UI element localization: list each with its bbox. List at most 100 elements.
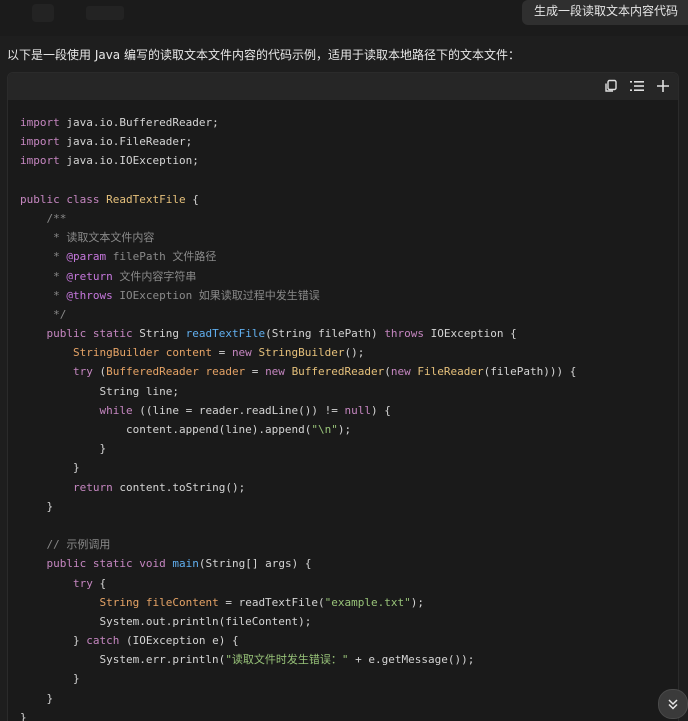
- code-line: System.err.println("读取文件时发生错误：" + e.getM…: [20, 650, 666, 669]
- faded-avatar: [32, 4, 54, 22]
- code-token: content.toString();: [112, 480, 246, 494]
- code-token: main: [172, 557, 199, 571]
- code-token: String fileContent: [99, 595, 219, 609]
- code-token: throws: [384, 327, 425, 341]
- code-block: import java.io.BufferedReader; import jav…: [7, 72, 679, 721]
- code-token: content.append(line).append(: [20, 423, 312, 436]
- code-line: * @throws IOException 如果读取过程中发生错误: [20, 286, 666, 305]
- code-token: static: [92, 327, 133, 341]
- code-token: }: [20, 672, 80, 686]
- list-wrap-icon[interactable]: [628, 77, 646, 95]
- chevrons-down-icon[interactable]: [658, 689, 688, 719]
- code-token: );: [410, 595, 425, 609]
- code-token: public: [20, 192, 60, 206]
- code-token: 文件内容字符串: [112, 269, 197, 283]
- code-token: new: [390, 365, 411, 379]
- code-token: String line;: [20, 384, 179, 398]
- code-token: public: [46, 557, 87, 571]
- code-token: *: [20, 250, 67, 264]
- code-token: }: [20, 710, 27, 721]
- code-token: readTextFile: [185, 327, 266, 341]
- code-token: import: [20, 116, 60, 129]
- code-line: public static void main(String[] args) {: [20, 554, 666, 573]
- code-token: (filePath))) {: [483, 365, 577, 379]
- code-token: StringBuilder content: [72, 346, 213, 360]
- code-token: * 读取文本文件内容: [20, 231, 155, 245]
- code-token: import: [20, 135, 60, 149]
- code-token: *: [20, 269, 67, 283]
- code-line: }: [20, 669, 666, 688]
- code-line: while ((line = reader.readLine()) != nul…: [20, 401, 666, 420]
- code-block-header: [8, 73, 678, 100]
- code-line: }: [20, 708, 666, 721]
- copy-icon[interactable]: [602, 77, 620, 95]
- code-token: IOException {: [424, 327, 517, 341]
- code-line: */: [20, 305, 666, 324]
- code-token: null: [344, 403, 372, 417]
- code-token: new: [231, 346, 252, 360]
- code-token: public: [46, 327, 87, 341]
- code-token: = readTextFile(: [218, 595, 325, 609]
- code-token: =: [212, 346, 232, 360]
- code-token: java.io.IOException;: [59, 154, 199, 168]
- code-token: (IOException e) {: [119, 634, 239, 648]
- code-token: while: [99, 403, 133, 417]
- chat-view: 生成一段读取文本内容代码 以下是一段使用 Java 编写的读取文本文件内容的代码…: [0, 0, 688, 721]
- code-token: // 示例调用: [20, 538, 111, 552]
- code-token: class: [66, 192, 100, 206]
- code-line: }: [20, 689, 666, 708]
- code-line: System.out.println(fileContent);: [20, 612, 666, 631]
- code-token: (String filePath): [265, 327, 385, 341]
- code-line: import java.io.IOException;: [20, 151, 666, 170]
- code-token: String: [132, 327, 186, 341]
- code-token: /**: [20, 211, 67, 225]
- code-token: StringBuilder: [258, 346, 345, 360]
- user-message-bubble: 生成一段读取文本内容代码: [521, 0, 688, 25]
- code-line: content.append(line).append("\n");: [20, 420, 666, 439]
- code-token: catch: [86, 634, 120, 648]
- code-line: public class ReadTextFile {: [20, 190, 666, 209]
- code-token: static: [92, 557, 133, 571]
- code-token: }: [20, 461, 80, 475]
- code-line: }: [20, 497, 666, 516]
- code-toolbar: [602, 77, 672, 95]
- code-line: /**: [20, 209, 666, 228]
- code-line: import java.io.BufferedReader;: [20, 113, 666, 132]
- code-token: */: [20, 307, 67, 321]
- code-token: }: [20, 442, 107, 456]
- code-token: java.io.BufferedReader;: [59, 116, 219, 129]
- code-line: try {: [20, 574, 666, 593]
- code-token: void: [139, 557, 166, 571]
- code-token: *: [20, 288, 67, 302]
- code-token: FileReader: [417, 365, 484, 379]
- code-token: ) {: [371, 403, 391, 417]
- code-token: BufferedReader reader: [106, 365, 246, 379]
- code-token: {: [185, 192, 199, 206]
- code-line: * 读取文本文件内容: [20, 228, 666, 247]
- code-content: import java.io.BufferedReader; import jav…: [8, 100, 678, 721]
- code-token: IOException 如果读取过程中发生错误: [112, 288, 320, 302]
- code-token: return: [72, 480, 113, 494]
- code-token: import: [20, 154, 60, 168]
- code-token: filePath 文件路径: [106, 250, 217, 264]
- code-token: @param: [66, 250, 107, 264]
- code-line: // 示例调用: [20, 535, 666, 554]
- plus-icon[interactable]: [654, 77, 672, 95]
- code-token: + e.getMessage());: [348, 653, 475, 667]
- code-token: java.io.FileReader;: [59, 135, 193, 149]
- code-token: ();: [344, 346, 365, 360]
- code-token: {: [92, 576, 107, 590]
- code-line: StringBuilder content = new StringBuilde…: [20, 343, 666, 362]
- code-line: String fileContent = readTextFile("examp…: [20, 593, 666, 612]
